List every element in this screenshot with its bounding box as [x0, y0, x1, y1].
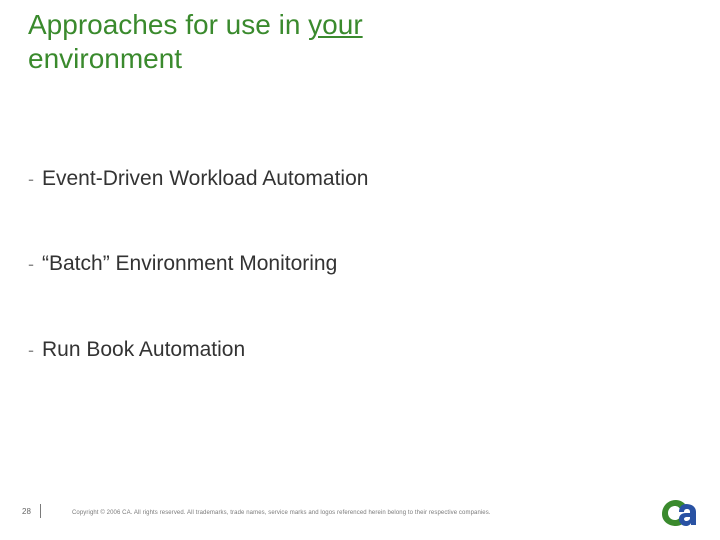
bullet-dash-icon: -	[28, 253, 34, 276]
slide-body: - Event-Driven Workload Automation - “Ba…	[28, 165, 668, 421]
bullet-item: - Event-Driven Workload Automation	[28, 165, 668, 192]
bullet-text: “Batch” Environment Monitoring	[42, 250, 337, 277]
title-prefix: Approaches for use in	[28, 9, 308, 40]
slide: Approaches for use in your environment -…	[0, 0, 720, 540]
bullet-text: Run Book Automation	[42, 336, 245, 363]
slide-title: Approaches for use in your environment	[28, 8, 668, 75]
bullet-text: Event-Driven Workload Automation	[42, 165, 368, 192]
title-line2: environment	[28, 43, 182, 74]
bullet-dash-icon: -	[28, 339, 34, 362]
slide-footer: 28 Copyright © 2006 CA. All rights reser…	[0, 496, 720, 516]
bullet-dash-icon: -	[28, 168, 34, 191]
copyright-text: Copyright © 2006 CA. All rights reserved…	[72, 510, 491, 516]
page-number: 28	[22, 507, 31, 516]
footer-divider	[40, 504, 41, 518]
ca-logo-icon	[656, 494, 702, 526]
bullet-item: - “Batch” Environment Monitoring	[28, 250, 668, 277]
bullet-item: - Run Book Automation	[28, 336, 668, 363]
title-underlined-word: your	[308, 9, 362, 40]
